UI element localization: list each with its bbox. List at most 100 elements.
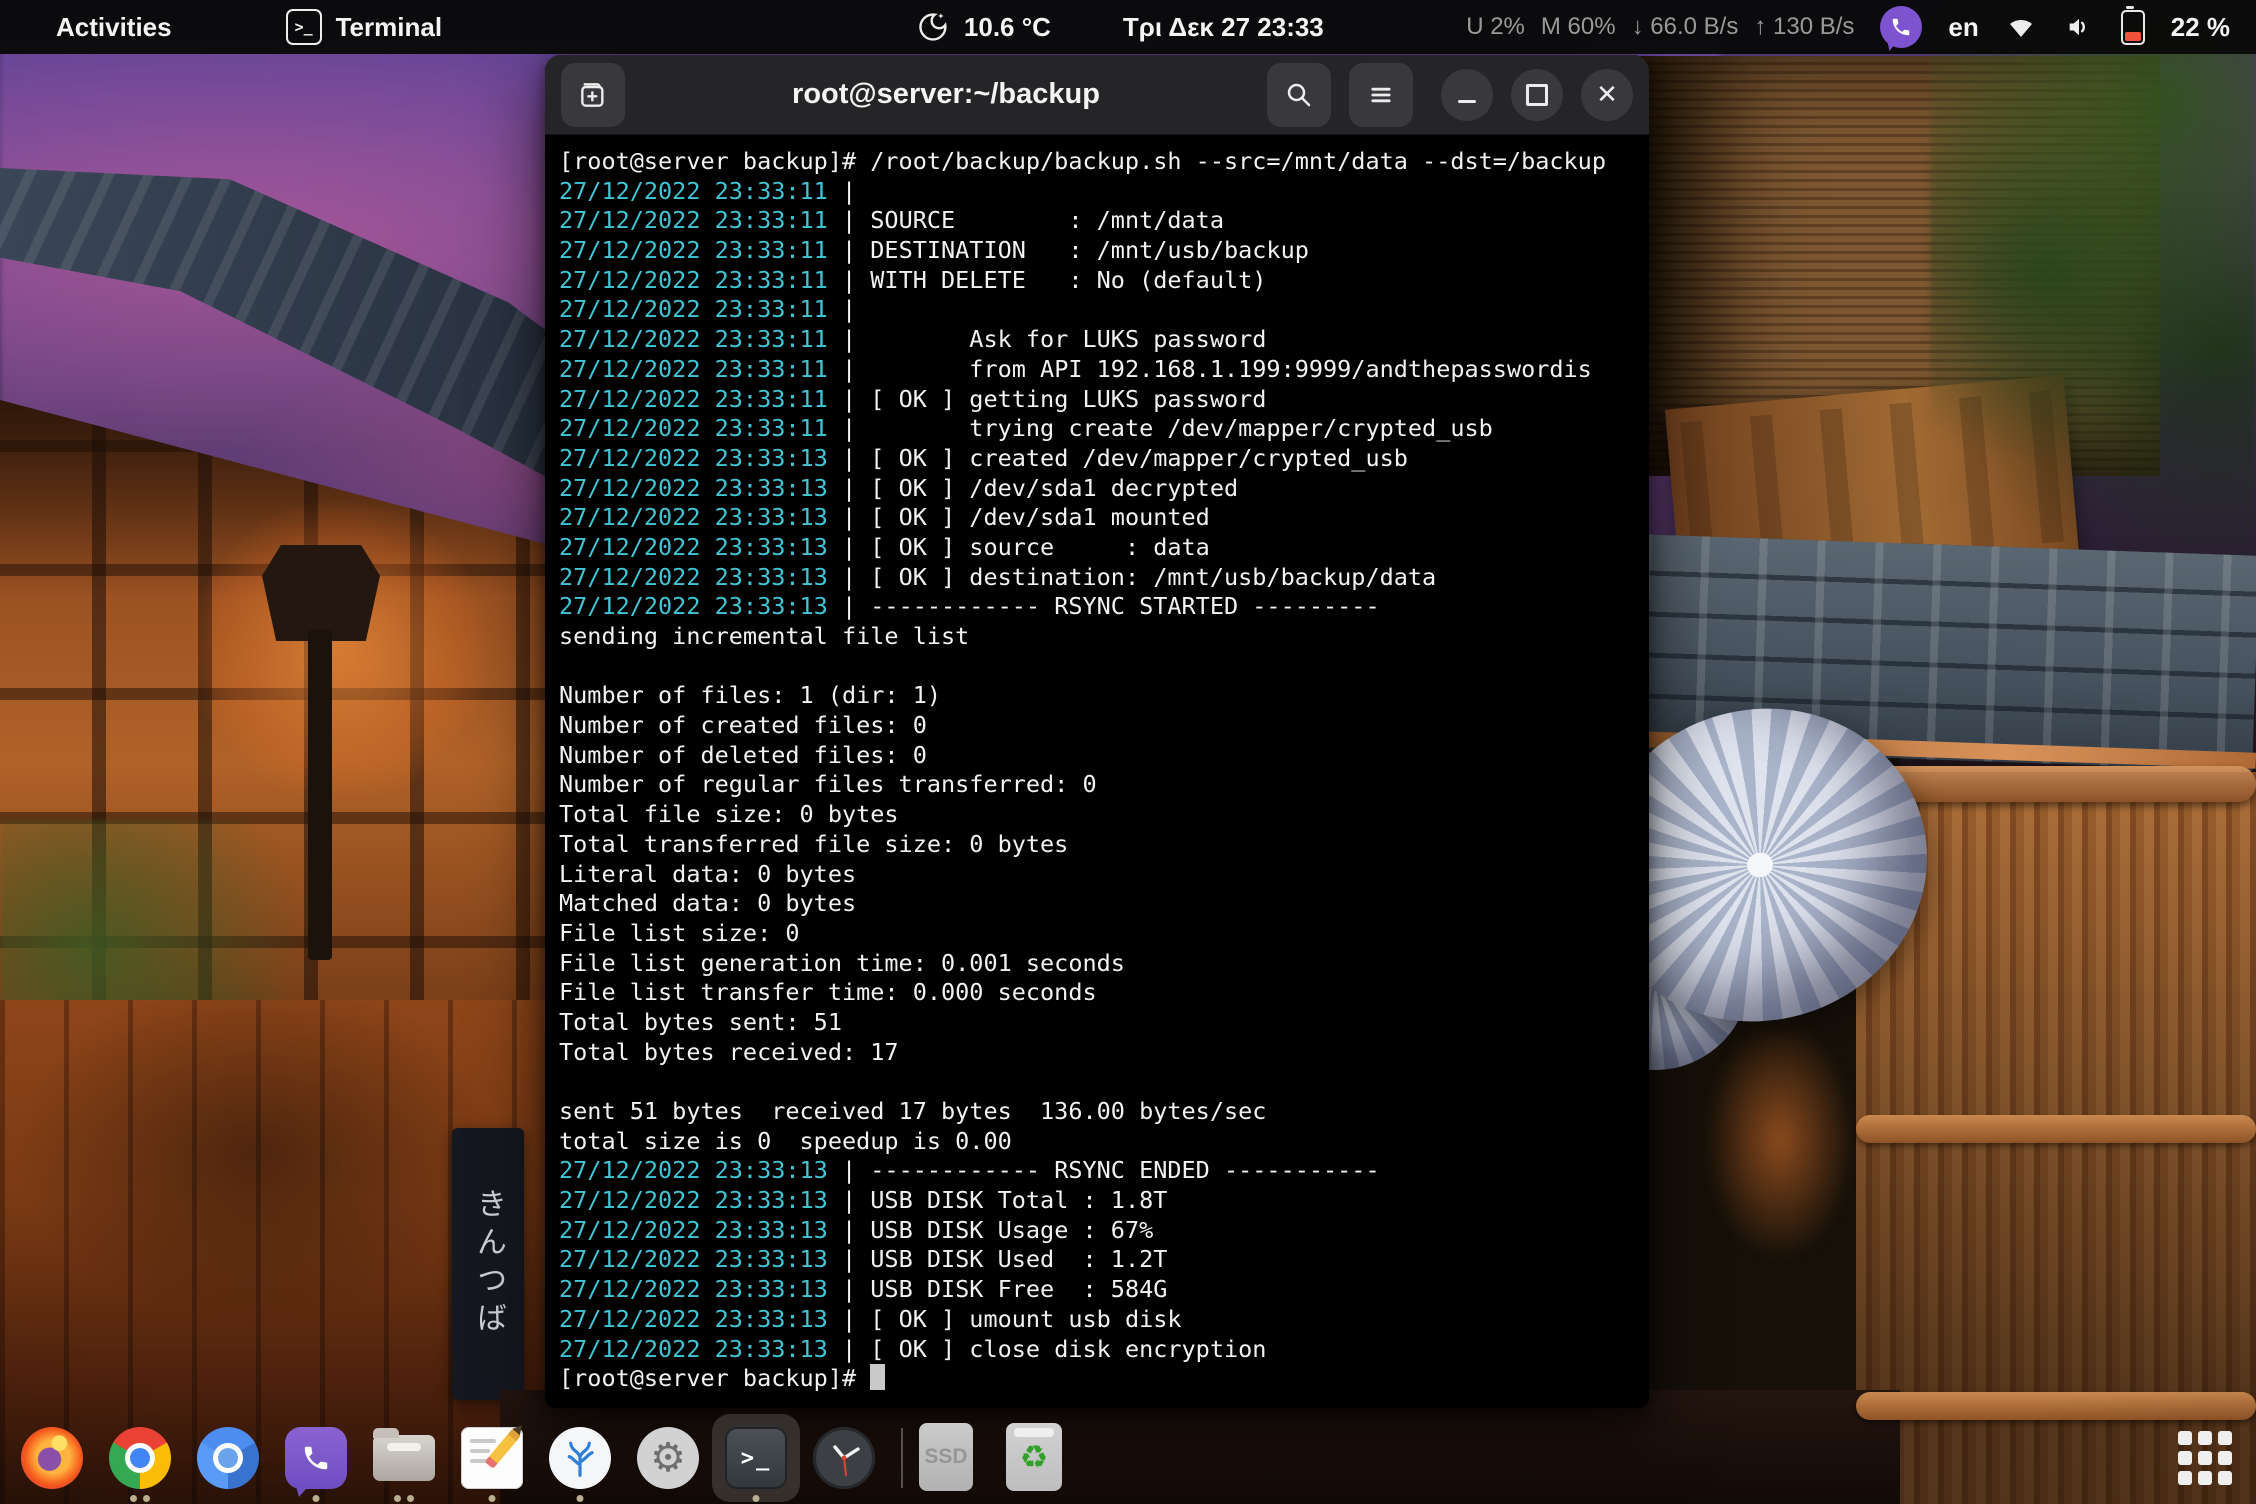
terminal-line: 27/12/2022 23:33:11 | Ask for LUKS passw…: [559, 325, 1649, 355]
terminal-line: Number of regular files transferred: 0: [559, 770, 1649, 800]
dock-item-viber[interactable]: [285, 1427, 347, 1489]
system-status-area[interactable]: U 2% M 60% ↓ 66.0 B/s ↑ 130 B/s en 22 %: [1466, 6, 2230, 48]
dock-item-terminal[interactable]: >_: [725, 1427, 787, 1489]
focused-app-menu[interactable]: >_ Terminal: [286, 9, 442, 45]
terminal-line: Literal data: 0 bytes: [559, 860, 1649, 890]
terminal-line: [root@server backup]# /root/backup/backu…: [559, 147, 1649, 177]
wallpaper-fence-rail: [1856, 1115, 2256, 1143]
activities-button[interactable]: Activities: [46, 12, 182, 43]
system-monitor-indicator: U 2% M 60% ↓ 66.0 B/s ↑ 130 B/s: [1466, 13, 1854, 41]
running-dots: [577, 1495, 584, 1502]
terminal-line: sent 51 bytes received 17 bytes 136.00 b…: [559, 1097, 1649, 1127]
clock-icon: [813, 1427, 875, 1489]
terminal-line: Total bytes sent: 51: [559, 1008, 1649, 1038]
temperature-label: 10.6 °C: [964, 12, 1051, 43]
terminal-line: 27/12/2022 23:33:13 | [ OK ] destination…: [559, 563, 1649, 593]
terminal-line: 27/12/2022 23:33:13 | USB DISK Usage : 6…: [559, 1216, 1649, 1246]
wallpaper-banner-text: きんつば: [466, 1188, 510, 1340]
gear-icon: ⚙: [637, 1427, 699, 1489]
volume-icon: [2063, 13, 2095, 41]
terminal-cursor: [870, 1364, 885, 1390]
clock-hands-icon: [813, 1427, 875, 1489]
terminal-line: 27/12/2022 23:33:13 | USB DISK Free : 58…: [559, 1275, 1649, 1305]
dock-item-coral-app[interactable]: [549, 1427, 611, 1489]
terminal-line: Number of deleted files: 0: [559, 741, 1649, 771]
terminal-line: File list transfer time: 0.000 seconds: [559, 978, 1649, 1008]
cpu-usage: U 2%: [1466, 13, 1525, 41]
chromium-icon: [197, 1427, 259, 1489]
terminal-line: File list size: 0: [559, 919, 1649, 949]
minimize-icon: [1458, 100, 1476, 103]
terminal-line: 27/12/2022 23:33:13 | [ OK ] source : da…: [559, 533, 1649, 563]
ssd-drive-icon: SSD: [919, 1423, 973, 1491]
close-icon: ✕: [1596, 82, 1618, 108]
terminal-line: 27/12/2022 23:33:13 | USB DISK Total : 1…: [559, 1186, 1649, 1216]
running-dots: [753, 1495, 760, 1502]
maximize-button[interactable]: [1511, 69, 1563, 121]
net-up: ↑ 130 B/s: [1754, 13, 1854, 41]
running-dots: [394, 1495, 414, 1502]
trash-recycle-icon: ♻: [1006, 1423, 1062, 1491]
terminal-icon: >_: [725, 1427, 787, 1489]
focused-app-name: Terminal: [336, 12, 442, 43]
menu-button[interactable]: [1349, 63, 1413, 127]
dock-item-ssd-drive[interactable]: SSD: [915, 1427, 977, 1489]
desktop: きんつば Activities >_ Terminal 10.6 °: [0, 0, 2256, 1504]
top-bar: Activities >_ Terminal 10.6 °C Τρι Δεκ 2…: [0, 0, 2256, 54]
terminal-output[interactable]: [root@server backup]# /root/backup/backu…: [545, 135, 1649, 1408]
terminal-line: Total file size: 0 bytes: [559, 800, 1649, 830]
grid-dot: [2178, 1431, 2192, 1445]
keyboard-layout-indicator[interactable]: en: [1948, 12, 1978, 43]
clock-label: Τρι Δεκ 27 23:33: [1123, 12, 1324, 43]
wallpaper-lantern: [262, 545, 380, 641]
terminal-line: [559, 652, 1649, 682]
terminal-line: 27/12/2022 23:33:11 | from API 192.168.1…: [559, 355, 1649, 385]
dock-item-chrome[interactable]: [109, 1427, 171, 1489]
grid-dot: [2178, 1451, 2192, 1465]
terminal-line: Number of created files: 0: [559, 711, 1649, 741]
terminal-line: [559, 1067, 1649, 1097]
wifi-icon: [2005, 13, 2037, 41]
terminal-titlebar[interactable]: root@server:~/backup ✕: [545, 55, 1649, 135]
dock-item-chromium[interactable]: [197, 1427, 259, 1489]
terminal-line: 27/12/2022 23:33:13 | USB DISK Used : 1.…: [559, 1245, 1649, 1275]
dock-item-clocks[interactable]: [813, 1427, 875, 1489]
grid-dot: [2218, 1451, 2232, 1465]
terminal-line: 27/12/2022 23:33:13 | [ OK ] created /de…: [559, 444, 1649, 474]
wallpaper-foliage-right: [1930, 0, 2256, 560]
chrome-icon: [109, 1427, 171, 1489]
clock-weather-area[interactable]: 10.6 °C Τρι Δεκ 27 23:33: [916, 10, 1324, 44]
terminal-line: 27/12/2022 23:33:11 | WITH DELETE : No (…: [559, 266, 1649, 296]
terminal-line: sending incremental file list: [559, 622, 1649, 652]
coral-app-icon: [549, 1427, 611, 1489]
wallpaper-lantern-post: [308, 630, 332, 960]
grid-dot: [2178, 1471, 2192, 1485]
dock-item-trash[interactable]: ♻: [1003, 1427, 1065, 1489]
dock-item-settings[interactable]: ⚙: [637, 1427, 699, 1489]
text-editor-icon: [461, 1427, 523, 1489]
terminal-line: 27/12/2022 23:33:13 | [ OK ] close disk …: [559, 1335, 1649, 1365]
terminal-line: 27/12/2022 23:33:11 | SOURCE : /mnt/data: [559, 206, 1649, 236]
hamburger-icon: [1367, 81, 1395, 109]
search-icon: [1284, 80, 1314, 110]
viber-tray-icon[interactable]: [1880, 6, 1922, 48]
dock-item-firefox[interactable]: [21, 1427, 83, 1489]
dock-item-files[interactable]: [373, 1427, 435, 1489]
show-applications-button[interactable]: [2178, 1431, 2232, 1485]
dock-separator: [901, 1428, 903, 1488]
terminal-line: Number of files: 1 (dir: 1): [559, 681, 1649, 711]
wallpaper-banner: きんつば: [452, 1128, 524, 1400]
new-tab-button[interactable]: [561, 63, 625, 127]
terminal-line: 27/12/2022 23:33:13 | ------------ RSYNC…: [559, 592, 1649, 622]
terminal-line: 27/12/2022 23:33:13 | [ OK ] /dev/sda1 m…: [559, 503, 1649, 533]
phone-icon: [1890, 16, 1912, 38]
minimize-button[interactable]: [1441, 69, 1493, 121]
terminal-line: 27/12/2022 23:33:11 | [ OK ] getting LUK…: [559, 385, 1649, 415]
moon-icon: [916, 10, 950, 44]
terminal-line: 27/12/2022 23:33:13 | [ OK ] umount usb …: [559, 1305, 1649, 1335]
weather-indicator: 10.6 °C: [916, 10, 1051, 44]
search-button[interactable]: [1267, 63, 1331, 127]
ssd-label: SSD: [924, 1445, 967, 1469]
dock-item-text-editor[interactable]: [461, 1427, 523, 1489]
close-button[interactable]: ✕: [1581, 69, 1633, 121]
